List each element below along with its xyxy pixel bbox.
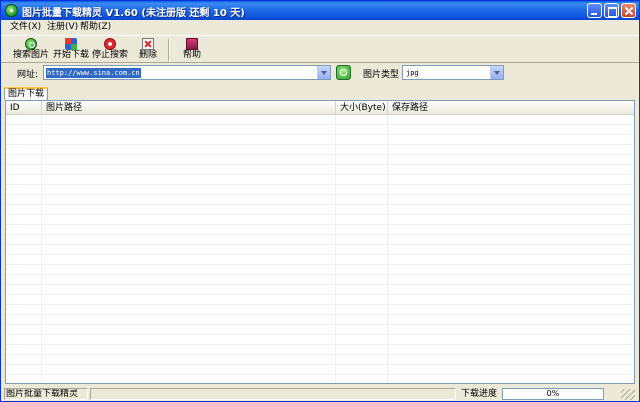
url-input[interactable]: http://www.sina.com.cn: [46, 68, 141, 78]
tab-image-download[interactable]: 图片下载: [4, 87, 48, 100]
start-download-icon: [65, 38, 77, 50]
menu-help[interactable]: 帮助(Z): [80, 21, 111, 33]
close-button[interactable]: [621, 3, 636, 18]
maximize-button[interactable]: [604, 3, 619, 18]
menu-register[interactable]: 注册(V): [47, 21, 78, 33]
toolbar: 搜索图片 开始下载 停止搜索 删除 帮助: [1, 35, 639, 63]
stop-icon: [104, 38, 116, 50]
app-icon: [5, 4, 18, 17]
search-icon: [25, 38, 37, 50]
column-divider: [41, 115, 42, 383]
menu-bar: 文件(X) 注册(V) 帮助(Z): [1, 20, 639, 34]
download-progress-bar: 0%: [502, 388, 604, 400]
image-type-value: jpg: [406, 69, 419, 77]
stop-search-button[interactable]: 停止搜索: [91, 37, 129, 62]
url-label: 网址:: [17, 70, 39, 80]
delete-button[interactable]: 删除: [137, 37, 159, 62]
image-type-label: 图片类型: [363, 70, 400, 80]
column-divider: [387, 115, 388, 383]
column-header-save-path[interactable]: 保存路径: [388, 101, 634, 115]
status-app-name: 图片批量下载精灵: [4, 388, 88, 400]
minimize-button[interactable]: [587, 3, 602, 18]
progress-label: 下载进度: [461, 389, 498, 399]
menu-file[interactable]: 文件(X): [10, 21, 41, 33]
help-button[interactable]: 帮助: [180, 37, 204, 62]
stop-search-label: 停止搜索: [91, 50, 128, 60]
title-bar[interactable]: 图片批量下载精灵 V1.60 (未注册版 还剩 10 天): [1, 1, 639, 20]
column-header-id[interactable]: ID: [6, 101, 42, 115]
chevron-down-icon[interactable]: [490, 66, 503, 79]
image-type-select[interactable]: jpg: [402, 65, 504, 80]
status-bar: 图片批量下载精灵 下载进度 0%: [1, 387, 639, 401]
toolbar-separator: [168, 39, 170, 61]
delete-label: 删除: [138, 50, 157, 60]
help-label: 帮助: [182, 50, 201, 60]
search-images-label: 搜索图片: [13, 50, 50, 60]
url-row: 网址: http://www.sina.com.cn 图片类型 jpg: [1, 64, 639, 82]
search-images-button[interactable]: 搜索图片: [13, 37, 49, 62]
start-download-button[interactable]: 开始下载: [53, 37, 89, 62]
go-button[interactable]: [336, 65, 351, 80]
chevron-down-icon[interactable]: [317, 66, 330, 79]
download-list[interactable]: ID 图片路径 大小(Byte) 保存路径: [5, 100, 635, 384]
column-header-size[interactable]: 大小(Byte): [336, 101, 388, 115]
list-body[interactable]: [6, 115, 634, 383]
delete-icon: [142, 38, 154, 50]
column-divider: [335, 115, 336, 383]
list-header: ID 图片路径 大小(Byte) 保存路径: [6, 101, 634, 115]
window-title: 图片批量下载精灵 V1.60 (未注册版 还剩 10 天): [22, 8, 245, 19]
main-window: 图片批量下载精灵 V1.60 (未注册版 还剩 10 天) 文件(X) 注册(V…: [0, 0, 640, 402]
progress-text: 0%: [546, 389, 560, 398]
url-combobox[interactable]: http://www.sina.com.cn: [43, 65, 331, 80]
resize-grip[interactable]: [621, 389, 635, 400]
help-icon: [186, 38, 198, 50]
column-header-image-path[interactable]: 图片路径: [42, 101, 336, 115]
status-panel: [90, 388, 456, 400]
start-download-label: 开始下载: [53, 50, 90, 60]
